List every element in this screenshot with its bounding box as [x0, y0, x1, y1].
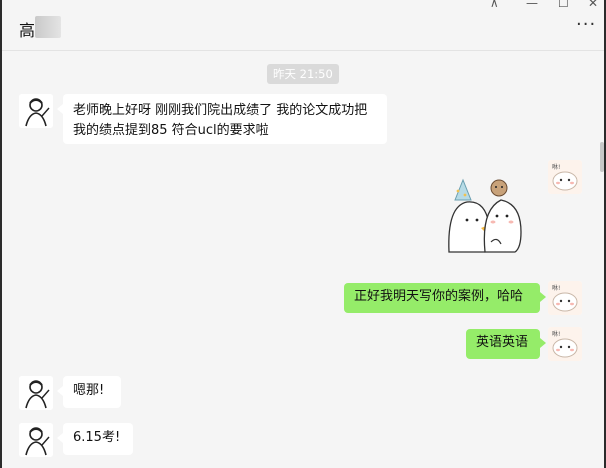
self-avatar[interactable]: 咻!: [548, 281, 582, 315]
self-avatar-icon: 咻!: [548, 281, 582, 315]
more-options-button[interactable]: ···: [576, 14, 596, 35]
self-avatar-icon: 咻!: [548, 160, 582, 194]
message-bubble[interactable]: 6.15考!: [63, 423, 133, 455]
message-text: 正好我明天写你的案例，哈哈: [354, 289, 524, 304]
message-bubble-self[interactable]: 英语英语: [466, 329, 540, 359]
scrollbar-thumb[interactable]: [600, 142, 604, 172]
contact-avatar-icon: [19, 423, 53, 457]
avatar-label: 咻!: [552, 284, 560, 292]
party-sticker-icon: [448, 178, 522, 253]
self-avatar[interactable]: 咻!: [548, 160, 582, 194]
message-timestamp: 昨天 21:50: [267, 64, 339, 84]
contact-avatar-icon: [19, 94, 53, 128]
close-button[interactable]: ✕: [588, 0, 598, 10]
blurred-name: [35, 16, 61, 38]
contact-avatar[interactable]: [19, 423, 53, 457]
avatar-label: 咻!: [552, 163, 560, 171]
message-text-line: 老师晚上好呀 刚刚我们院出成绩了 我的论文成功把: [73, 103, 368, 118]
chat-title: 高: [19, 21, 36, 40]
avatar-label: 咻!: [552, 330, 560, 338]
contact-avatar-icon: [19, 376, 53, 410]
contact-avatar[interactable]: [19, 94, 53, 128]
contact-avatar[interactable]: [19, 376, 53, 410]
window-left-edge: [0, 0, 2, 468]
message-text: 英语英语: [476, 335, 529, 350]
message-text: 嗯那!: [73, 383, 105, 398]
celebration-sticker[interactable]: [445, 176, 525, 254]
pin-icon[interactable]: ⊼: [490, 0, 499, 10]
message-text-line: 我的绩点提到85 符合ucl的要求啦: [73, 123, 269, 138]
message-bubble[interactable]: 嗯那!: [63, 376, 121, 408]
self-avatar[interactable]: 咻!: [548, 327, 582, 361]
minimize-button[interactable]: —: [526, 0, 538, 10]
message-bubble[interactable]: 老师晚上好呀 刚刚我们院出成绩了 我的论文成功把 我的绩点提到85 符合ucl的…: [63, 94, 387, 144]
maximize-button[interactable]: ☐: [558, 0, 569, 10]
message-bubble-self[interactable]: 正好我明天写你的案例，哈哈: [344, 283, 540, 313]
message-text: 6.15考!: [73, 430, 121, 445]
self-avatar-icon: 咻!: [548, 327, 582, 361]
chat-header: 高 ⊼ — ☐ ✕ ···: [2, 0, 604, 51]
bubble-tail: [540, 292, 546, 302]
bubble-tail: [540, 338, 546, 348]
